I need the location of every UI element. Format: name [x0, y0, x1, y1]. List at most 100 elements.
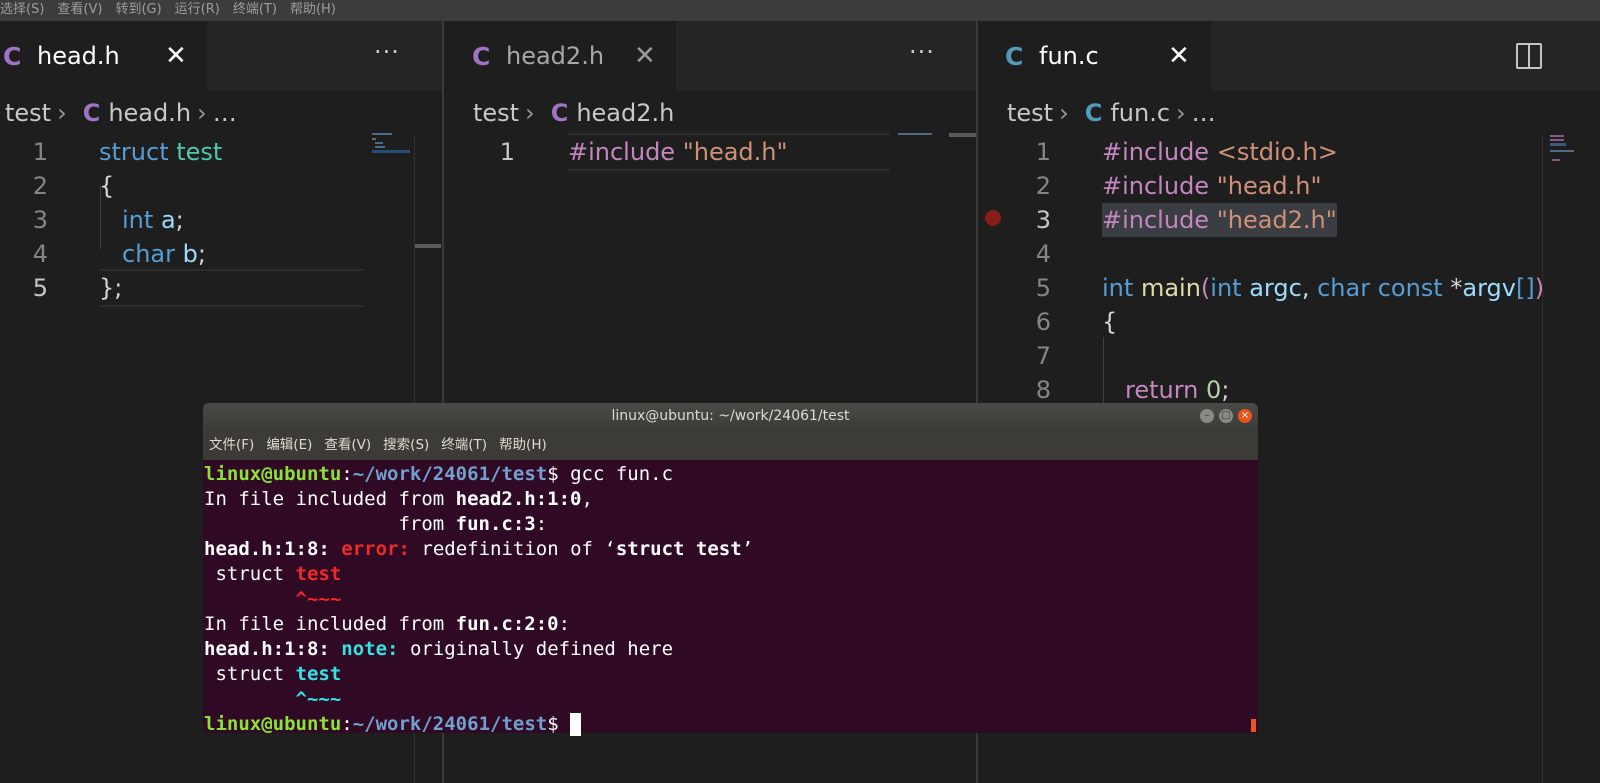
c-file-icon: C: [1084, 99, 1103, 127]
breadcrumb: test › Cfun.c ›…: [1007, 93, 1216, 133]
menu-terminal[interactable]: 终端(T): [233, 2, 277, 17]
menu-help[interactable]: 帮助(H): [290, 2, 336, 17]
current-line-highlight: [99, 305, 364, 307]
scrollbar[interactable]: [949, 133, 976, 137]
close-icon[interactable]: ✕: [1168, 21, 1190, 91]
line-number: 3: [1035, 206, 1051, 234]
code-line: #include <stdio.h>: [1102, 138, 1338, 166]
code-line: {: [99, 172, 115, 200]
tab-bar: C head2.h ✕ ···: [444, 21, 976, 91]
split-editor-icon[interactable]: [1516, 43, 1542, 69]
scroll-indicator: [1251, 719, 1256, 732]
breadcrumb-folder[interactable]: test: [473, 99, 519, 127]
breadcrumb-folder[interactable]: test: [1007, 99, 1053, 127]
close-icon[interactable]: ✕: [165, 21, 187, 91]
terminal-menu-file[interactable]: 文件(F): [209, 437, 254, 453]
code-line: {: [1102, 308, 1118, 336]
more-actions-icon[interactable]: ···: [909, 21, 935, 83]
window-maximize-icon[interactable]: □: [1219, 409, 1233, 423]
breadcrumb-file[interactable]: head.h: [108, 99, 191, 127]
breadcrumb: test › Chead2.h: [473, 93, 674, 133]
line-number: 7: [1035, 342, 1051, 370]
minimap[interactable]: [370, 131, 414, 171]
terminal-window[interactable]: linux@ubuntu: ~/work/24061/test – □ × 文件…: [203, 403, 1258, 736]
current-line-highlight: [99, 269, 364, 271]
menu-run[interactable]: 运行(R): [175, 2, 220, 17]
c-file-icon: C: [82, 99, 101, 127]
terminal-line: ^~~~: [295, 588, 342, 610]
line-number: 3: [32, 206, 48, 234]
tab-label: fun.c: [1039, 42, 1099, 70]
tab-label: head2.h: [506, 42, 605, 70]
code-line: struct test: [99, 138, 223, 166]
minimap[interactable]: [1548, 133, 1578, 173]
chevron-right-icon: ›: [525, 99, 535, 127]
window-close-icon[interactable]: ×: [1238, 409, 1252, 423]
line-number: 5: [1035, 274, 1051, 302]
breadcrumb-more[interactable]: …: [1192, 99, 1216, 127]
terminal-titlebar[interactable]: linux@ubuntu: ~/work/24061/test – □ ×: [203, 403, 1258, 430]
chevron-right-icon: ›: [1176, 99, 1186, 127]
tab-head2-h[interactable]: C head2.h ✕: [444, 21, 676, 91]
line-number: 4: [1035, 240, 1051, 268]
menu-view[interactable]: 查看(V): [57, 2, 102, 17]
close-icon[interactable]: ✕: [634, 21, 656, 91]
line-number: 2: [32, 172, 48, 200]
tab-bar: C fun.c ✕: [978, 21, 1600, 91]
terminal-menu-edit[interactable]: 编辑(E): [266, 437, 312, 453]
c-file-icon: C: [1005, 41, 1024, 71]
menu-goto[interactable]: 转到(G): [115, 2, 161, 17]
breadcrumb-more[interactable]: …: [213, 99, 237, 127]
c-file-icon: C: [3, 41, 22, 71]
breadcrumb-file[interactable]: fun.c: [1110, 99, 1170, 127]
chevron-right-icon: ›: [57, 99, 67, 127]
breadcrumb-folder[interactable]: test: [5, 99, 51, 127]
code-line: #include "head.h": [568, 138, 788, 166]
code-line: int a;: [122, 206, 184, 234]
terminal-menu-search[interactable]: 搜索(S): [383, 437, 429, 453]
line-number: 4: [32, 240, 48, 268]
line-number: 2: [1035, 172, 1051, 200]
terminal-line: head.h:1:8: note: originally defined her…: [204, 638, 674, 660]
current-line-highlight: [568, 169, 890, 171]
line-number: 5: [32, 274, 48, 302]
window-minimize-icon[interactable]: –: [1200, 409, 1214, 423]
terminal-line: ^~~~: [295, 688, 342, 710]
terminal-menu-help[interactable]: 帮助(H): [499, 437, 547, 453]
menu-select[interactable]: 选择(S): [0, 2, 44, 17]
line-number: 1: [1035, 138, 1051, 166]
c-file-icon: C: [472, 41, 491, 71]
terminal-line: struct test: [204, 563, 342, 585]
minimap[interactable]: [896, 131, 952, 141]
terminal-menu-view[interactable]: 查看(V): [324, 437, 371, 453]
terminal-line: In file included from fun.c:2:0:: [204, 613, 571, 635]
terminal-cursor: [570, 713, 582, 736]
terminal-line: from fun.c:3:: [204, 513, 548, 535]
tab-bar: C head.h ✕ ···: [0, 21, 442, 91]
code-line: int main(int argc, char const *argv[]): [1102, 274, 1545, 302]
code-line-selected: #include "head2.h": [1102, 203, 1337, 237]
code-line: return 0;: [1125, 376, 1230, 404]
scrollbar[interactable]: [415, 244, 441, 248]
breakpoint-icon[interactable]: [985, 210, 1001, 226]
terminal-line: linux@ubuntu:~/work/24061/test$ gcc fun.…: [204, 463, 674, 485]
terminal-line: head.h:1:8: error: redefinition of ‘stru…: [204, 538, 754, 560]
terminal-line: linux@ubuntu:~/work/24061/test$: [204, 712, 582, 737]
line-number: 1: [32, 138, 48, 166]
line-number: 6: [1035, 308, 1051, 336]
c-file-icon: C: [550, 99, 569, 127]
terminal-title: linux@ubuntu: ~/work/24061/test: [611, 408, 850, 424]
chevron-right-icon: ›: [197, 99, 207, 127]
more-actions-icon[interactable]: ···: [374, 21, 400, 83]
tab-fun-c[interactable]: C fun.c ✕: [978, 21, 1211, 91]
code-line: #include "head.h": [1102, 172, 1322, 200]
terminal-line: struct test: [204, 663, 342, 685]
tab-head-h[interactable]: C head.h ✕: [0, 21, 207, 91]
line-number: 8: [1035, 376, 1051, 404]
tab-label: head.h: [37, 42, 120, 70]
terminal-menu-terminal[interactable]: 终端(T): [441, 437, 487, 453]
breadcrumb-file[interactable]: head2.h: [576, 99, 674, 127]
menu-bar: 选择(S) 查看(V) 转到(G) 运行(R) 终端(T) 帮助(H): [0, 0, 1600, 21]
terminal-output[interactable]: linux@ubuntu:~/work/24061/test$ gcc fun.…: [203, 460, 1258, 736]
code-line: };: [99, 274, 123, 302]
